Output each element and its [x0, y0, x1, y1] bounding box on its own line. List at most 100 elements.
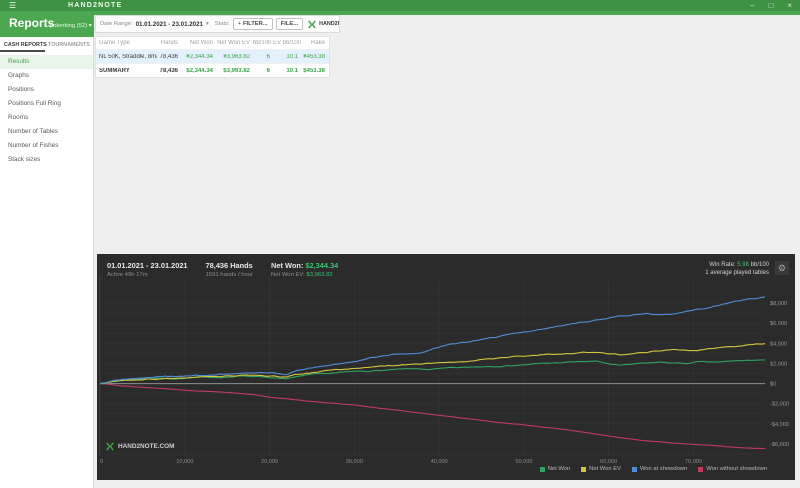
avg-tables: 1 average played tables	[705, 270, 769, 276]
cell-game-type: NL 50K, Straddle, 8max	[96, 54, 157, 60]
sidebar-item-results[interactable]: Results	[0, 55, 93, 69]
column-header-ev-bb-100: EV bb/100	[273, 40, 301, 46]
x-axis-label: 70,000	[685, 459, 702, 465]
close-button[interactable]: ×	[787, 0, 792, 11]
app-title: HAND2NOTE	[68, 2, 122, 9]
x-axis-label: 60,000	[600, 459, 617, 465]
chevron-down-icon[interactable]: ▾	[206, 21, 209, 27]
window-controls: – □ ×	[750, 0, 792, 11]
net-won-ev-label: Net Won EV:	[271, 272, 305, 278]
sidebar-menu: ResultsGraphsPositionsPositions Full Rin…	[0, 55, 93, 167]
y-axis-label: $8,000	[770, 301, 787, 307]
chart-legend: Net Won Net Won EV Won at showdown Won with…	[540, 466, 767, 472]
cell-net-won: $2,344.34	[181, 68, 216, 74]
legend-swatch	[632, 467, 637, 472]
x-axis-label: 20,000	[261, 459, 278, 465]
hamburger-menu-icon[interactable]: ☰	[9, 1, 16, 11]
chart-networn-group: Net Won: $2,344.34 Net Won EV: $3,963.82	[271, 261, 338, 278]
cell-hands: 78,436	[157, 68, 181, 74]
active-tab-indicator	[0, 50, 45, 52]
sidebar-item-rooms[interactable]: Rooms	[0, 111, 93, 125]
column-header-rake: Rake	[301, 40, 328, 46]
chart-date-range: 01.01.2021 - 23.01.2021	[107, 261, 188, 270]
chart-hands: 78,436 Hands	[206, 261, 254, 270]
sidebar-item-number-of-fishes[interactable]: Number of Fishes	[0, 139, 93, 153]
gear-icon: ⚙	[778, 263, 786, 273]
tab-tournaments[interactable]: TOURNAMENTS	[46, 37, 90, 52]
sidebar-item-number-of-tables[interactable]: Number of Tables	[0, 125, 93, 139]
date-range-label: Date Range:	[100, 21, 133, 27]
net-won-label: Net Won:	[271, 261, 303, 270]
sidebar-item-graphs[interactable]: Graphs	[0, 69, 93, 83]
chart-date-group: 01.01.2021 - 23.01.2021 Active 49h 17m	[107, 261, 188, 278]
cell-rake: ¥453.38	[301, 54, 328, 60]
chart-panel: $8,000 $6,000 $4,000 $2,000 $0 -$2,000 -$4,000…	[97, 254, 795, 480]
cell-net-won-ev: $3,963.82	[216, 68, 253, 74]
sidebar-item-positions[interactable]: Positions	[0, 83, 93, 97]
legend-swatch	[698, 467, 703, 472]
legend-item-net-won[interactable]: Net Won	[540, 466, 570, 472]
toolbar: Date Range: 01.01.2021 - 23.01.2021 ▾ St…	[95, 15, 340, 33]
table-row[interactable]: NL 50K, Straddle, 8max78,436¥2,344.34¥3,…	[96, 49, 329, 63]
y-axis-label: -$4,000	[770, 422, 789, 428]
cell-bb-100: 6	[253, 54, 273, 60]
y-axis-label: -$2,000	[770, 402, 789, 408]
cell-net-won: ¥2,344.34	[181, 54, 216, 60]
hand2note-brand: HAND2NOTE.COM	[307, 20, 340, 29]
legend-item-won-without-showdown[interactable]: Won without showdown	[698, 466, 767, 472]
column-header-game-type: Game Type	[96, 40, 157, 46]
legend-item-net-won-ev[interactable]: Net Won EV	[581, 466, 621, 472]
chart-winrate-block: Win Rate: 5.98 bb/100 1 average played t…	[705, 262, 769, 276]
filter-button[interactable]: +FILTER...	[233, 18, 273, 30]
chart-header: 01.01.2021 - 23.01.2021 Active 49h 17m 7…	[107, 261, 338, 278]
winnings-chart: $8,000 $6,000 $4,000 $2,000 $0 -$2,000 -$4,000…	[97, 254, 795, 480]
y-axis-label: $6,000	[770, 321, 787, 327]
column-header-bb-100: bb/100	[253, 40, 273, 46]
sidebar: CASH REPORTS TOURNAMENTS ResultsGraphsPo…	[0, 37, 94, 488]
y-axis-label: $0	[770, 382, 776, 388]
legend-label: Net Won EV	[589, 466, 621, 472]
chart-watermark: HAND2NOTE.COM	[105, 442, 174, 451]
x-axis-label: 10,000	[176, 459, 193, 465]
net-won-value: $2,344.34	[305, 261, 338, 270]
legend-label: Net Won	[548, 466, 570, 472]
plus-icon: +	[238, 21, 241, 27]
file-button[interactable]: FILE...	[276, 18, 303, 30]
chart-settings-button[interactable]: ⚙	[775, 261, 789, 275]
cell-ev-bb-100: 10.1	[273, 54, 301, 60]
legend-swatch	[581, 467, 586, 472]
titlebar: ☰ HAND2NOTE – □ ×	[0, 0, 800, 11]
y-axis-label: $4,000	[770, 341, 787, 347]
y-axis-label: $2,000	[770, 361, 787, 367]
x-axis-label: 50,000	[515, 459, 532, 465]
date-range-value[interactable]: 01.01.2021 - 23.01.2021	[136, 21, 203, 28]
series-line-won-without-showdown	[100, 384, 765, 449]
sidebar-item-positions-full-ring[interactable]: Positions Full Ring	[0, 97, 93, 111]
x-axis-label: 30,000	[346, 459, 363, 465]
table-row[interactable]: SUMMARY78,436$2,344.34$3,963.82610.1$453…	[96, 63, 329, 77]
cell-bb-100: 6	[253, 68, 273, 74]
maximize-button[interactable]: □	[768, 0, 773, 11]
legend-item-won-at-showdown[interactable]: Won at showdown	[632, 466, 687, 472]
table-body: NL 50K, Straddle, 8max78,436¥2,344.34¥3,…	[96, 49, 329, 77]
sidebar-item-stack-sizes[interactable]: Stack sizes	[0, 153, 93, 167]
series-line-won-at-showdown	[100, 297, 765, 384]
legend-label: Won at showdown	[640, 466, 687, 472]
net-won-ev-value: $3,963.82	[306, 272, 332, 278]
cell-ev-bb-100: 10.1	[273, 68, 301, 74]
hand2note-logo-icon	[307, 20, 317, 29]
column-header-hands: Hands	[157, 40, 181, 46]
legend-swatch	[540, 467, 545, 472]
stats-label: Stats:	[215, 21, 230, 27]
x-axis-label: 0	[100, 459, 103, 465]
page-title: Reports	[9, 16, 54, 30]
minimize-button[interactable]: –	[750, 0, 754, 11]
column-header-net-won: Net Won	[181, 40, 216, 46]
y-axis-label: -$6,000	[770, 442, 789, 448]
hand2note-logo-icon	[105, 442, 115, 451]
table-header-row: Game TypeHandsNet WonNet Won EVbb/100EV …	[96, 37, 329, 49]
sidebar-tabs: CASH REPORTS TOURNAMENTS	[0, 37, 93, 52]
chart-hands-per-hour: 1591 hands / hour	[206, 272, 254, 278]
account-dropdown[interactable]: pokerking (52) ▾	[50, 23, 92, 29]
column-header-net-won-ev: Net Won EV	[216, 40, 253, 46]
